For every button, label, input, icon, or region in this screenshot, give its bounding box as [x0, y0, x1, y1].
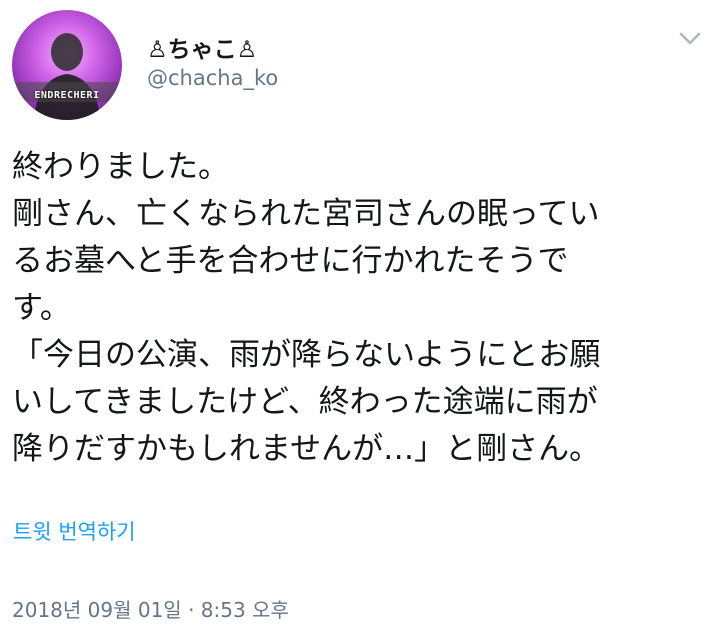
tweet-text-line: す。 [12, 290, 71, 326]
tweet-text-line: るお墓へと手を合わせに行かれたそうで [12, 243, 569, 279]
chevron-down-icon[interactable] [676, 24, 704, 52]
avatar-figure-icon [12, 33, 122, 120]
tweet-text-line: 「今日の公演、雨が降らないようにとお願 [12, 337, 601, 373]
timestamp[interactable]: 2018년 09월 01일 · 8:53 오후 [12, 594, 289, 623]
tweet-text-line: 終わりました。 [12, 149, 229, 185]
display-name[interactable]: ♙ちゃこ♙ [147, 30, 257, 64]
avatar[interactable]: ENDRECHERI [12, 10, 122, 120]
tweet-text-line: いしてきましたけど、終わった途端に雨が [12, 384, 598, 420]
tweet-text-line: 剛さん、亡くなられた宮司さんの眠ってい [12, 196, 600, 232]
tweet: ENDRECHERI ♙ちゃこ♙ @chacha_ko 終わりました。 剛さん、… [0, 0, 720, 638]
tweet-text: 終わりました。 剛さん、亡くなられた宮司さんの眠ってい るお墓へと手を合わせに行… [12, 144, 712, 473]
username[interactable]: @chacha_ko [147, 66, 278, 90]
tweet-text-line: 降りだすかもしれませんが…」と剛さん。 [12, 431, 601, 467]
translate-tweet-link[interactable]: 트윗 번역하기 [13, 516, 136, 546]
avatar-label: ENDRECHERI [34, 90, 100, 101]
